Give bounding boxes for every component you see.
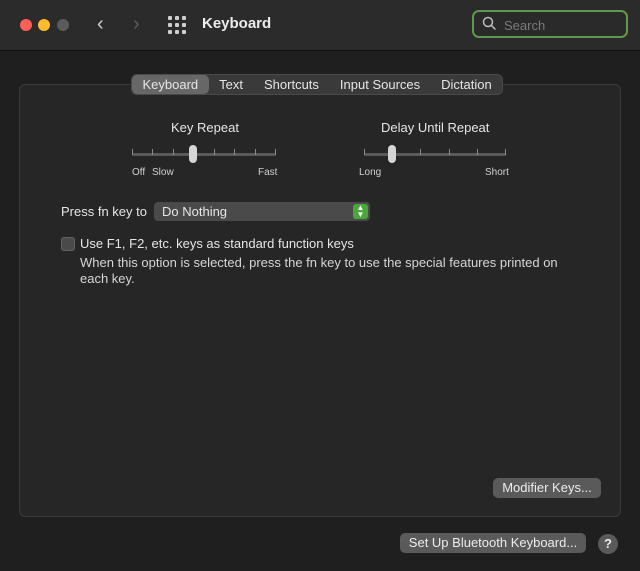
- slider-tick: [255, 149, 256, 155]
- tab-shortcuts[interactable]: Shortcuts: [254, 75, 330, 94]
- slider-tick: [152, 149, 153, 155]
- slider-tick: [505, 149, 506, 155]
- minimize-window-button[interactable]: [38, 19, 50, 31]
- slider-tick: [132, 149, 133, 155]
- show-all-grid-icon[interactable]: [168, 16, 186, 34]
- back-arrow-icon[interactable]: ‹: [97, 13, 104, 35]
- delay-short-label: Short: [485, 167, 509, 178]
- slider-tick: [364, 149, 365, 155]
- delay-until-repeat-label: Delay Until Repeat: [381, 120, 490, 135]
- slider-tick: [420, 149, 421, 155]
- slider-tick: [275, 149, 276, 155]
- slider-tick: [234, 149, 235, 155]
- delay-until-repeat-slider[interactable]: [364, 145, 506, 165]
- tab-input-sources[interactable]: Input Sources: [329, 75, 430, 94]
- setup-bluetooth-keyboard-button[interactable]: Set Up Bluetooth Keyboard...: [400, 533, 586, 553]
- fn-key-popup[interactable]: Do Nothing ▲ ▼: [154, 202, 370, 221]
- function-keys-label[interactable]: Use F1, F2, etc. keys as standard functi…: [80, 236, 354, 251]
- slider-tick: [173, 149, 174, 155]
- help-button[interactable]: ?: [598, 534, 618, 554]
- tab-keyboard[interactable]: Keyboard: [132, 75, 209, 94]
- title-bar: ‹ › Keyboard: [0, 0, 640, 51]
- slider-tick: [214, 149, 215, 155]
- tab-text[interactable]: Text: [209, 75, 254, 94]
- popup-arrows-icon: ▲ ▼: [353, 204, 368, 219]
- fn-key-selected-value: Do Nothing: [162, 204, 228, 219]
- zoom-window-button[interactable]: [57, 19, 69, 31]
- slider-tick: [477, 149, 478, 155]
- function-keys-description: When this option is selected, press the …: [80, 255, 558, 286]
- function-keys-checkbox[interactable]: [61, 237, 75, 251]
- search-input[interactable]: [502, 15, 624, 35]
- slider-tick: [449, 149, 450, 155]
- key-repeat-fast-label: Fast: [258, 167, 278, 178]
- forward-arrow-icon[interactable]: ›: [133, 13, 140, 35]
- slider-track: [364, 153, 506, 156]
- keyboard-preferences-window: ‹ › Keyboard Keyboard Text Shortcuts Inp…: [0, 0, 640, 571]
- key-repeat-off-label: Off: [132, 167, 146, 178]
- key-repeat-label: Key Repeat: [171, 120, 239, 135]
- key-repeat-slow-label: Slow: [152, 167, 174, 178]
- fn-key-label: Press fn key to: [61, 204, 147, 219]
- slider-knob[interactable]: [189, 145, 197, 163]
- close-window-button[interactable]: [20, 19, 32, 31]
- key-repeat-slider[interactable]: [132, 145, 276, 165]
- slider-knob[interactable]: [388, 145, 396, 163]
- search-field[interactable]: [472, 10, 628, 38]
- window-title: Keyboard: [202, 15, 272, 32]
- search-icon: [482, 16, 496, 30]
- delay-long-label: Long: [359, 167, 382, 178]
- tab-bar: Keyboard Text Shortcuts Input Sources Di…: [131, 74, 504, 95]
- modifier-keys-button[interactable]: Modifier Keys...: [493, 478, 601, 498]
- tab-dictation[interactable]: Dictation: [431, 75, 503, 94]
- settings-panel: [19, 84, 621, 517]
